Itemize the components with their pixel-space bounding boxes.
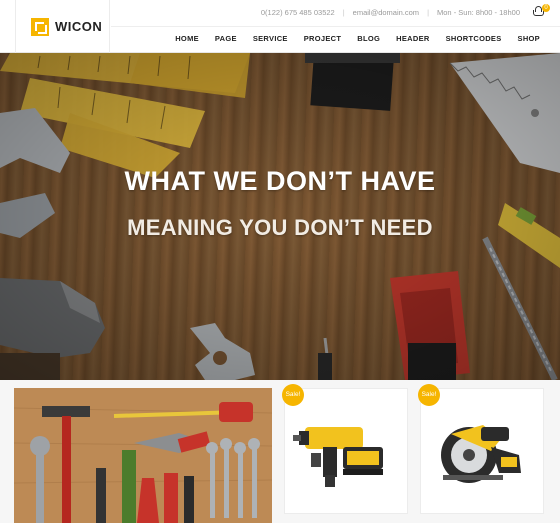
hours-text: Mon - Sun: 8h00 - 18h00 — [437, 8, 520, 17]
nav-item-page[interactable]: PAGE — [207, 34, 245, 43]
logo-mark-icon — [31, 17, 49, 36]
product-card[interactable]: Sale! — [282, 384, 408, 514]
logo[interactable]: WICON — [15, 0, 110, 53]
nav-item-blog[interactable]: BLOG — [349, 34, 388, 43]
topbar-divider — [111, 26, 560, 27]
circular-saw-icon — [441, 425, 521, 483]
tools-collection-image[interactable] — [14, 388, 272, 523]
product-card[interactable]: Sale! — [418, 384, 544, 514]
main-nav: HOME PAGE SERVICE PROJECT BLOG HEADER SH… — [167, 34, 548, 43]
topbar-info: 0(122) 675 485 03522 | email@domain.com … — [261, 8, 520, 17]
sale-badge: Sale! — [282, 384, 304, 406]
nav-item-service[interactable]: SERVICE — [245, 34, 296, 43]
logo-text: WICON — [55, 19, 103, 34]
nav-item-shop[interactable]: SHOP — [510, 34, 548, 43]
cart-count-badge: 0 — [542, 4, 550, 12]
nav-item-header[interactable]: HEADER — [388, 34, 437, 43]
hero-banner: WHAT WE DON’T HAVE MEANING YOU DON’T NEE… — [0, 53, 560, 380]
hero-title: WHAT WE DON’T HAVE — [124, 166, 436, 196]
tool-set-illustration — [14, 388, 272, 523]
nav-item-shortcodes[interactable]: SHORTCODES — [438, 34, 510, 43]
separator: | — [427, 8, 430, 17]
email-link[interactable]: email@domain.com — [353, 8, 419, 17]
rotary-hammer-drill-icon — [293, 427, 383, 487]
sale-badge: Sale! — [418, 384, 440, 406]
site-header: WICON 0(122) 675 485 03522 | email@domai… — [0, 0, 560, 53]
cart-button[interactable]: 0 — [533, 4, 550, 19]
hero-subtitle: MEANING YOU DON’T NEED — [127, 215, 433, 240]
nav-item-project[interactable]: PROJECT — [296, 34, 350, 43]
products-section: Sale! Sale! — [0, 380, 560, 523]
page: WICON 0(122) 675 485 03522 | email@domai… — [0, 0, 560, 523]
nav-item-home[interactable]: HOME — [167, 34, 207, 43]
separator: | — [342, 8, 345, 17]
phone-text: 0(122) 675 485 03522 — [260, 8, 335, 17]
